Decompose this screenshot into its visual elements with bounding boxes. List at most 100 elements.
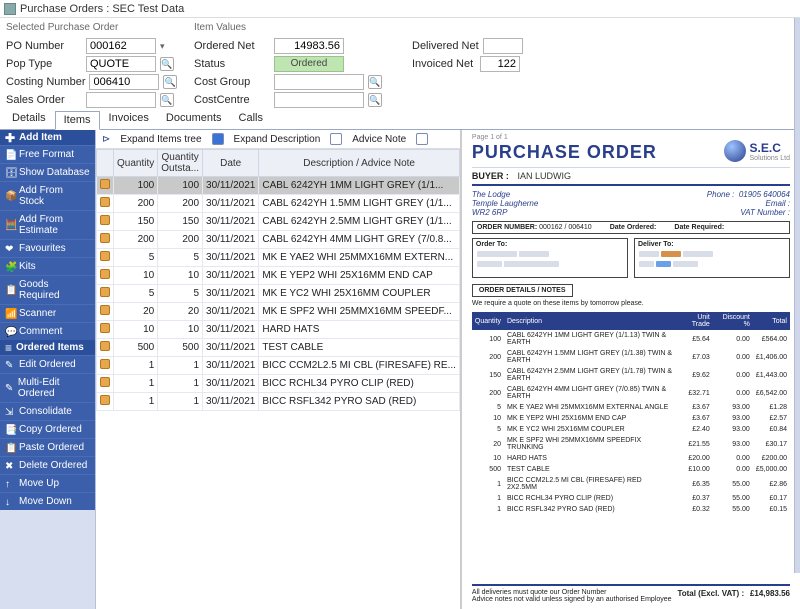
sales-order-label: Sales Order	[6, 94, 82, 106]
sidebar-item[interactable]: 📋Goods Required	[0, 275, 95, 304]
cost-group-field[interactable]	[274, 74, 364, 90]
item-values-heading: Item Values	[194, 22, 404, 33]
sidebar-item[interactable]: 📑Copy Ordered	[0, 420, 95, 438]
doc-line: 5MK E YAE2 WHI 25MMX16MM EXTERNAL ANGLE£…	[472, 402, 790, 413]
invoiced-net-label: Invoiced Net	[412, 58, 476, 70]
grid-toolbar: ⊳ Expand Items tree Expand Description A…	[96, 130, 460, 149]
sidebar-icon: 💬	[5, 327, 15, 337]
sidebar-icon: 📦	[5, 191, 15, 201]
order-number-box: ORDER NUMBER: 000162 / 006410 Date Order…	[472, 221, 790, 234]
doc-line: 1BICC RCHL34 PYRO CLIP (RED)£0.3755.00£0…	[472, 493, 790, 504]
sidebar-item[interactable]: 🧮Add From Estimate	[0, 210, 95, 239]
sidebar-item[interactable]: 🧩Kits	[0, 257, 95, 275]
doc-line: 200CABL 6242YH 1.5MM LIGHT GREY (1/1.38)…	[472, 348, 790, 366]
sidebar-item[interactable]: ✖Delete Ordered	[0, 456, 95, 474]
tab-details[interactable]: Details	[4, 110, 54, 129]
sidebar-item[interactable]: ↓Move Down	[0, 492, 95, 510]
order-note: We require a quote on these items by tom…	[472, 300, 790, 307]
table-row[interactable]: 5530/11/2021MK E YC2 WHI 25X16MM COUPLER	[97, 285, 460, 303]
table-row[interactable]: 20020030/11/2021CABL 6242YH 1.5MM LIGHT …	[97, 195, 460, 213]
table-row[interactable]: 101030/11/2021MK E YEP2 WHI 25X16MM END …	[97, 267, 460, 285]
tab-calls[interactable]: Calls	[231, 110, 271, 129]
sales-order-field[interactable]	[86, 92, 156, 108]
doc-line: 1BICC RSFL342 PYRO SAD (RED)£0.3255.00£0…	[472, 504, 790, 515]
tabs-bar: Details Items Invoices Documents Calls	[0, 110, 800, 130]
sidebar-item[interactable]: ↑Move Up	[0, 474, 95, 492]
cost-centre-label: CostCentre	[194, 94, 270, 106]
po-number-field[interactable]	[86, 38, 156, 54]
pop-type-field[interactable]	[86, 56, 156, 72]
sidebar-item[interactable]: ⇲Consolidate	[0, 402, 95, 420]
sidebar-item[interactable]: 📄Free Format	[0, 145, 95, 163]
costing-number-field[interactable]	[89, 74, 159, 90]
tab-items[interactable]: Items	[55, 111, 100, 130]
expand-toggle-icon[interactable]: ⊳	[102, 134, 110, 145]
sidebar-item[interactable]: 📦Add From Stock	[0, 181, 95, 210]
sidebar-ordered-items-header[interactable]: ≡ Ordered Items	[0, 340, 95, 355]
table-row[interactable]: 50050030/11/2021TEST CABLE	[97, 339, 460, 357]
deliver-to-box: Deliver To:	[634, 238, 790, 278]
tab-invoices[interactable]: Invoices	[101, 110, 157, 129]
expand-items-tree-checkbox[interactable]	[212, 133, 224, 145]
sidebar: ✚ Add Item 📄Free Format🗄Show Database📦Ad…	[0, 130, 96, 609]
company-contacts: Phone : 01905 640064 Email : VAT Number …	[707, 190, 790, 217]
table-row[interactable]: 101030/11/2021HARD HATS	[97, 321, 460, 339]
table-row[interactable]: 20020030/11/2021CABL 6242YH 4MM LIGHT GR…	[97, 231, 460, 249]
tab-documents[interactable]: Documents	[158, 110, 230, 129]
table-row[interactable]: 15015030/11/2021CABL 6242YH 2.5MM LIGHT …	[97, 213, 460, 231]
search-icon[interactable]: 🔍	[368, 75, 382, 89]
row-pin-icon	[100, 179, 110, 189]
sidebar-icon: 📄	[5, 150, 15, 160]
table-row[interactable]: 1130/11/2021BICC CCM2L2.5 MI CBL (FIRESA…	[97, 357, 460, 375]
cost-centre-field[interactable]	[274, 92, 364, 108]
costing-number-label: Costing Number	[6, 76, 85, 88]
row-pin-icon	[100, 197, 110, 207]
advice-note-checkbox[interactable]	[416, 133, 428, 145]
delivered-net-label: Delivered Net	[412, 40, 479, 52]
document-footer: All deliveries must quote our Order Numb…	[472, 584, 790, 603]
expand-description-checkbox[interactable]	[330, 133, 342, 145]
sidebar-icon: ✎	[5, 383, 14, 393]
page-number: Page 1 of 1	[472, 134, 508, 141]
sidebar-item[interactable]: 📋Paste Ordered	[0, 438, 95, 456]
cost-group-label: Cost Group	[194, 76, 270, 88]
sidebar-item[interactable]: ✎Multi-Edit Ordered	[0, 373, 95, 402]
sidebar-item[interactable]: ❤Favourites	[0, 239, 95, 257]
globe-icon	[724, 140, 746, 162]
row-pin-icon	[100, 287, 110, 297]
sidebar-icon: 📶	[5, 309, 15, 319]
document-preview: Page 1 of 1 S.E.CSolutions Ltd PURCHASE …	[461, 130, 800, 609]
sidebar-add-item-header[interactable]: ✚ Add Item	[0, 130, 95, 145]
sidebar-icon: 📋	[5, 443, 15, 453]
items-grid[interactable]: QuantityQuantity Outsta...DateDescriptio…	[96, 149, 460, 411]
sidebar-icon: ❤	[5, 244, 15, 254]
search-icon[interactable]: 🔍	[160, 93, 174, 107]
window-title: Purchase Orders : SEC Test Data	[20, 3, 184, 15]
table-row[interactable]: 5530/11/2021MK E YAE2 WHI 25MMX16MM EXTE…	[97, 249, 460, 267]
sidebar-item[interactable]: ✎Edit Ordered	[0, 355, 95, 373]
status-label: Status	[194, 58, 270, 70]
search-icon[interactable]: 🔍	[163, 75, 177, 89]
sidebar-item[interactable]: 💬Comment	[0, 322, 95, 340]
sidebar-icon: ⇲	[5, 407, 15, 417]
sidebar-item[interactable]: 🗄Show Database	[0, 163, 95, 181]
search-icon[interactable]: 🔍	[160, 57, 174, 71]
header-fields: Selected Purchase Order PO Number ▾ Pop …	[0, 18, 800, 110]
buyer-label: BUYER :	[472, 171, 509, 181]
doc-line: 1BICC CCM2L2.5 MI CBL (FIRESAFE) RED 2X2…	[472, 475, 790, 493]
table-row[interactable]: 10010030/11/2021CABL 6242YH 1MM LIGHT GR…	[97, 177, 460, 195]
table-row[interactable]: 202030/11/2021MK E SPF2 WHI 25MMX16MM SP…	[97, 303, 460, 321]
window-titlebar: Purchase Orders : SEC Test Data	[0, 0, 800, 18]
table-row[interactable]: 1130/11/2021BICC RSFL342 PYRO SAD (RED)	[97, 393, 460, 411]
doc-line: 10HARD HATS£20.000.00£200.00	[472, 453, 790, 464]
company-address: The Lodge Temple Laugherne WR2 6RP	[472, 190, 538, 217]
search-icon[interactable]: 🔍	[368, 93, 382, 107]
grand-total: £14,983.56	[750, 589, 790, 598]
sidebar-icon: ↑	[5, 479, 15, 489]
row-pin-icon	[100, 305, 110, 315]
chevron-down-icon[interactable]: ▾	[160, 41, 165, 52]
doc-line: 150CABL 6242YH 2.5MM LIGHT GREY (1/1.78)…	[472, 366, 790, 384]
sidebar-item[interactable]: 📶Scanner	[0, 304, 95, 322]
right-pane-gripper[interactable]	[794, 18, 800, 573]
table-row[interactable]: 1130/11/2021BICC RCHL34 PYRO CLIP (RED)	[97, 375, 460, 393]
